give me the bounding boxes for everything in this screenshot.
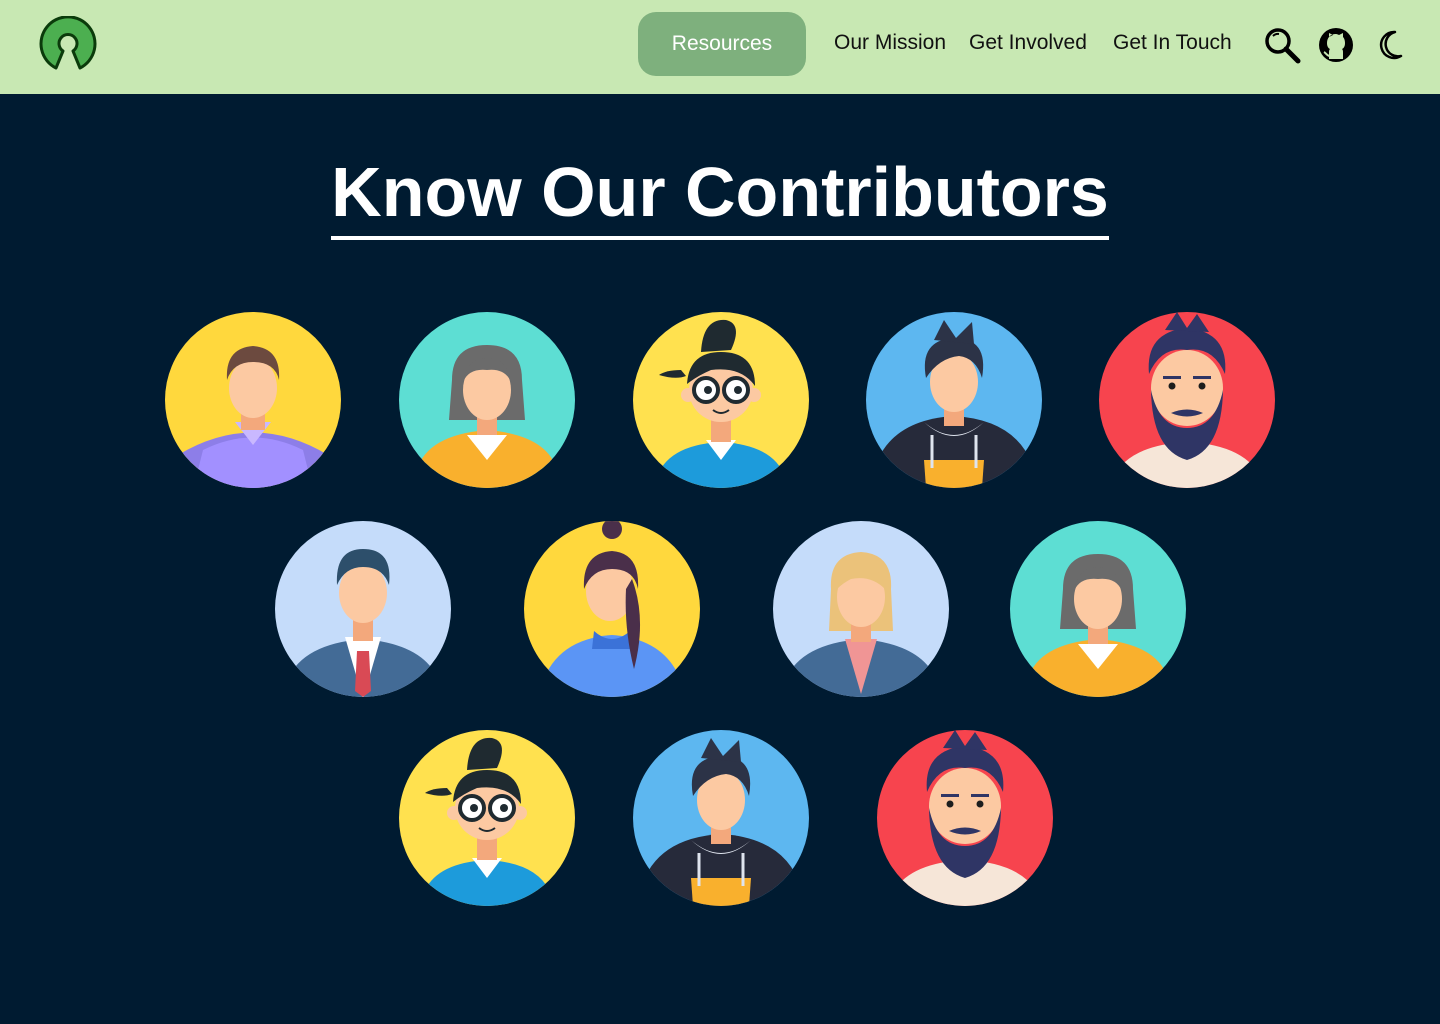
nav-link-our-mission[interactable]: Our Mission — [834, 31, 946, 55]
search-icon[interactable] — [1263, 26, 1301, 64]
open-source-logo-icon[interactable] — [36, 15, 100, 72]
nav-link-get-in-touch[interactable]: Get In Touch — [1113, 31, 1232, 55]
contributor-avatar-9[interactable] — [1008, 519, 1188, 699]
top-navbar: Resources Our Mission Get Involved Get I… — [0, 0, 1440, 94]
page-title-wrapper: Know Our Contributors — [0, 150, 1440, 240]
resources-button[interactable]: Resources — [638, 12, 806, 76]
girl-glasses-icon — [399, 730, 575, 906]
woman-blonde-suit-icon — [773, 521, 949, 697]
woman-grey-hair-icon — [399, 312, 575, 488]
nav-link-get-involved[interactable]: Get Involved — [969, 31, 1087, 55]
bearded-man-icon — [877, 730, 1053, 906]
contributor-avatar-11[interactable] — [631, 728, 811, 908]
contributor-avatar-1[interactable] — [163, 310, 343, 490]
moon-icon[interactable] — [1371, 26, 1409, 64]
woman-ponytail-icon — [524, 521, 700, 697]
contributor-avatar-8[interactable] — [771, 519, 951, 699]
contributor-avatar-2[interactable] — [397, 310, 577, 490]
contributor-avatar-10[interactable] — [397, 728, 577, 908]
contributor-avatar-5[interactable] — [1097, 310, 1277, 490]
bearded-man-icon — [1099, 312, 1275, 488]
page-title: Know Our Contributors — [331, 150, 1109, 240]
man-suit-icon — [275, 521, 451, 697]
man-hoodie-icon — [633, 730, 809, 906]
woman-grey-hair-icon — [1010, 521, 1186, 697]
github-icon[interactable] — [1317, 26, 1355, 64]
contributor-avatar-3[interactable] — [631, 310, 811, 490]
man-hoodie-icon — [866, 312, 1042, 488]
contributor-avatar-6[interactable] — [273, 519, 453, 699]
contributor-avatar-7[interactable] — [522, 519, 702, 699]
contributor-avatar-4[interactable] — [864, 310, 1044, 490]
man-purple-shirt-icon — [165, 312, 341, 488]
girl-glasses-icon — [633, 312, 809, 488]
contributor-avatar-12[interactable] — [875, 728, 1055, 908]
